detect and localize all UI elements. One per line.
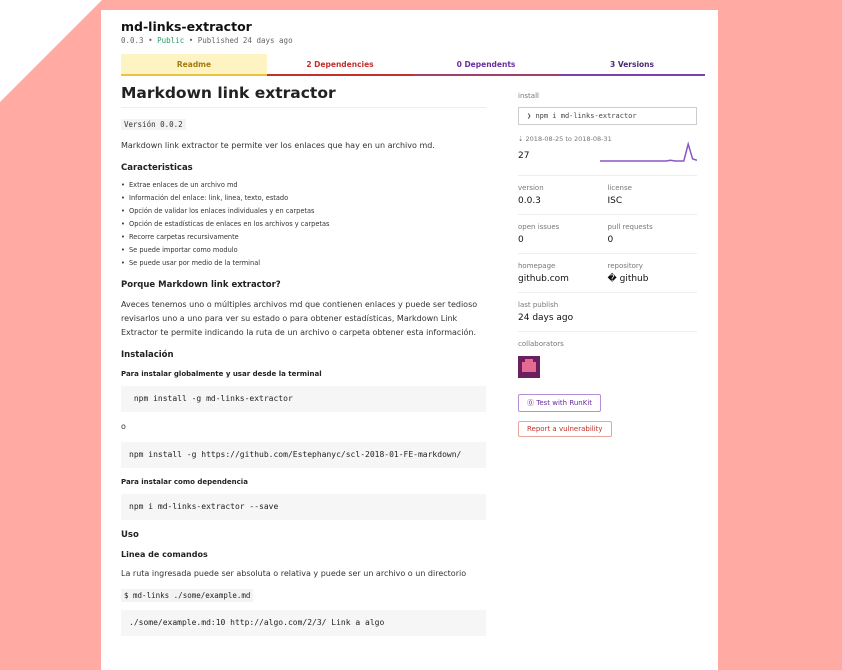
- meta-separator: •: [148, 36, 153, 45]
- report-vulnerability-button[interactable]: Report a vulnerability: [518, 421, 612, 437]
- issues-value: 0: [518, 235, 524, 245]
- repository-label: repository: [607, 262, 643, 270]
- list-item: Información del enlace: link, linea, tex…: [121, 192, 486, 205]
- why-text: Aveces tenemos uno o múltiples archivos …: [121, 300, 478, 337]
- weekly-downloads: ⇣ 2018-08-25 to 2018-08-31 27: [518, 135, 697, 176]
- global-install-heading: Para instalar globalmente y usar desde l…: [121, 370, 322, 378]
- repository-value: github: [619, 274, 649, 284]
- visibility-badge: Public: [157, 36, 185, 45]
- tab-readme[interactable]: Readme: [121, 54, 267, 76]
- pulls-value: 0: [607, 235, 614, 245]
- example-command: $ md-links ./some/example.md: [121, 589, 254, 602]
- tab-versions[interactable]: 3 Versions: [559, 54, 705, 76]
- published-date: Published 24 days ago: [197, 36, 293, 45]
- global-install-code: npm install -g md-links-extractor: [121, 386, 486, 412]
- version-license-row: version 0.0.3 license ISC: [518, 176, 697, 215]
- version-code: Versión 0.0.2: [121, 119, 186, 130]
- collaborators-label: collaborators: [518, 340, 564, 348]
- package-tabs: Readme 2 Dependencies 0 Dependents 3 Ver…: [121, 54, 705, 76]
- install-command-box[interactable]: ❯ npm i md-links-extractor: [518, 107, 697, 125]
- issues-pulls-row: open issues 0 pull requests 0: [518, 215, 697, 254]
- last-publish-row: last publish 24 days ago: [518, 293, 697, 332]
- license-label: license: [607, 184, 632, 192]
- homepage-repo-row: homepage github.com repository � github: [518, 254, 697, 293]
- list-item: Opción de validar los enlaces individual…: [121, 205, 486, 218]
- download-icon: ⇣: [518, 135, 524, 143]
- install-heading: Instalación: [121, 350, 174, 360]
- readme-intro: Markdown link extractor te permite ver l…: [121, 141, 435, 150]
- tab-dependents[interactable]: 0 Dependents: [413, 54, 559, 76]
- pulls-label: pull requests: [607, 223, 653, 231]
- usage-heading: Uso: [121, 530, 139, 540]
- package-card: md-links-extractor 0.0.3 • Public • Publ…: [101, 10, 718, 670]
- package-sidebar: install ❯ npm i md-links-extractor ⇣ 201…: [518, 92, 697, 437]
- version-label: version: [518, 184, 544, 192]
- list-item: Se puede usar por medio de la terminal: [121, 257, 486, 270]
- why-heading: Porque Markdown link extractor?: [121, 280, 281, 290]
- meta-separator: •: [188, 36, 194, 45]
- avatar[interactable]: [518, 356, 540, 378]
- readme-title: Markdown link extractor: [121, 84, 486, 108]
- dependency-install-code: npm i md-links-extractor --save: [121, 494, 486, 520]
- features-list: Extrae enlaces de un archivo md Informac…: [121, 179, 486, 270]
- path-text: La ruta ingresada puede ser absoluta o r…: [121, 569, 467, 578]
- license-value: ISC: [607, 196, 623, 206]
- last-publish-label: last publish: [518, 301, 559, 309]
- list-item: Extrae enlaces de un archivo md: [121, 179, 486, 192]
- list-item: Se puede importar como modulo: [121, 244, 486, 257]
- dependency-install-heading: Para instalar como dependencia: [121, 478, 248, 486]
- tab-dependencies[interactable]: 2 Dependencies: [267, 54, 413, 76]
- version-value: 0.0.3: [518, 196, 541, 206]
- background-corner: [0, 0, 102, 102]
- install-label: install: [518, 92, 539, 100]
- downloads-count: 27: [518, 151, 530, 161]
- git-icon: �: [607, 274, 617, 284]
- downloads-range-text: 2018-08-25 to 2018-08-31: [525, 135, 612, 143]
- list-item: Opción de estadísticas de enlaces en los…: [121, 218, 486, 231]
- features-heading: Caracteristicas: [121, 163, 193, 173]
- runkit-button[interactable]: ⓪ Test with RunKit: [518, 394, 602, 412]
- prompt-icon: ❯: [527, 112, 532, 120]
- install-command: npm i md-links-extractor: [535, 112, 637, 120]
- example-output: ./some/example.md:10 http://algo.com/2/3…: [121, 610, 486, 636]
- homepage-label: homepage: [518, 262, 556, 270]
- issues-label: open issues: [518, 223, 560, 231]
- runkit-label: Test with RunKit: [536, 399, 593, 407]
- homepage-link[interactable]: github.com: [518, 274, 608, 284]
- github-install-code: npm install -g https://github.com/Esteph…: [121, 442, 486, 468]
- last-publish-value: 24 days ago: [518, 313, 574, 323]
- package-meta: 0.0.3 • Public • Published 24 days ago: [121, 36, 293, 45]
- repository-link[interactable]: � github: [608, 274, 698, 284]
- collaborators-row: collaborators: [518, 332, 697, 386]
- package-version: 0.0.3: [121, 36, 144, 45]
- runkit-icon: ⓪: [527, 399, 534, 407]
- sparkline-path: [600, 141, 697, 162]
- package-name: md-links-extractor: [121, 19, 252, 34]
- or-text: o: [121, 422, 126, 431]
- list-item: Recorre carpetas recursivamente: [121, 231, 486, 244]
- cli-heading: Linea de comandos: [121, 550, 208, 559]
- readme-content: Markdown link extractor Versión 0.0.2 Ma…: [121, 84, 486, 636]
- downloads-sparkline: [600, 141, 697, 162]
- actions: ⓪ Test with RunKit Report a vulnerabilit…: [518, 386, 697, 437]
